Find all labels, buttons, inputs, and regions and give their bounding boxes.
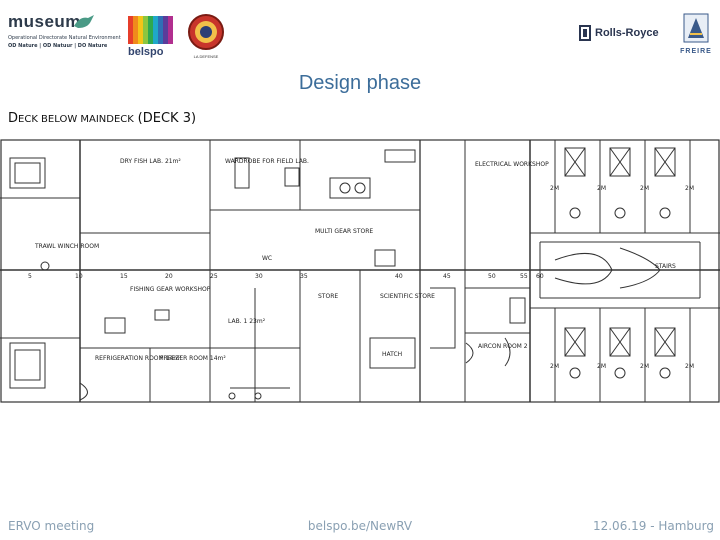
frame-number: 25 (210, 273, 218, 280)
logo-bar: museum Operational Directorate Natural E… (0, 0, 720, 70)
frame-number: 15 (120, 273, 128, 280)
bird-icon (74, 15, 94, 28)
seal-text: LA DEFENSE (193, 54, 219, 59)
frame-number: 20 (165, 273, 173, 280)
room-label-store: STORE (318, 293, 338, 300)
slide-subtitle: DECK BELOW MAINDECK (DECK 3) (8, 111, 196, 126)
room-label-wardrobe: WARDROBE FOR FIELD LAB. (225, 158, 309, 165)
cabin-label: 2M (550, 363, 559, 370)
subtitle-paren: (DECK 3) (137, 111, 197, 126)
room-label-scientific-store: SCIENTIFIC STORE (380, 293, 435, 300)
freire-word: FREIRE (680, 48, 712, 55)
room-label-freezer: FREEZER ROOM 14m² (160, 355, 226, 362)
belspo-stripes-icon (128, 16, 173, 44)
room-label-aircon: AIRCON ROOM 2 (478, 343, 528, 350)
museum-logo-line1: Operational Directorate Natural Environm… (8, 35, 121, 41)
room-label-fishing-gear: FISHING GEAR WORKSHOP (130, 286, 211, 293)
frame-number: 55 (520, 273, 528, 280)
footer-right: 12.06.19 - Hamburg (592, 519, 714, 533)
cabin-label: 2M (685, 185, 694, 192)
belspo-logo-word: belspo (128, 46, 164, 58)
slide-title: Design phase (298, 72, 422, 94)
room-label-electrical-workshop: ELECTRICAL WORKSHOP (475, 161, 549, 168)
room-label-multi-gear-store: MULTI GEAR STORE (315, 228, 373, 235)
cabin-label: 2M (640, 185, 649, 192)
frame-number: 50 (488, 273, 496, 280)
frame-number: 5 (28, 273, 32, 280)
cabin-label: 2M (550, 185, 559, 192)
freire-emblem-icon (683, 13, 709, 43)
frame-number: 40 (395, 273, 403, 280)
freire-logo: FREIRE (676, 12, 716, 60)
museum-logo-line2: OD Nature | OD Natuur | DO Nature (8, 43, 108, 49)
subtitle-rest: ECK BELOW MAINDECK (18, 114, 134, 125)
room-label-dry-fish: DRY FISH LAB. 21m² (120, 158, 181, 165)
room-label-lab: LAB. 1 23m² (228, 318, 266, 325)
defense-seal-logo: LA DEFENSE (186, 12, 226, 62)
room-label-stairs: STAIRS (655, 263, 676, 270)
belspo-logo: belspo (126, 12, 176, 62)
deck-plan-drawing: DRY FISH LAB. 21m² WARDROBE FOR FIELD LA… (0, 138, 720, 403)
frame-number: 10 (75, 273, 83, 280)
subtitle-initial: D (8, 111, 19, 126)
frame-number: 35 (300, 273, 308, 280)
cabin-label: 2M (685, 363, 694, 370)
deck-plan-svg: DRY FISH LAB. 21m² WARDROBE FOR FIELD LA… (0, 139, 720, 403)
room-label-trawl-winch: TRAWL WINCH ROOM (34, 243, 99, 250)
rolls-royce-logo: Rolls-Royce (578, 24, 662, 44)
frame-number: 45 (443, 273, 451, 280)
museum-logo-word: museum (8, 12, 81, 31)
room-label-wc: WC (262, 255, 272, 262)
frame-number: 30 (255, 273, 263, 280)
cabin-label: 2M (597, 363, 606, 370)
rr-monogram-icon (579, 25, 591, 41)
rolls-royce-word: Rolls-Royce (595, 27, 659, 39)
room-label-hatch: HATCH (382, 351, 402, 358)
museum-logo: museum Operational Directorate Natural E… (8, 12, 121, 62)
cabin-label: 2M (597, 185, 606, 192)
cabin-label: 2M (640, 363, 649, 370)
frame-number: 60 (536, 273, 544, 280)
seal-icon (188, 14, 224, 50)
